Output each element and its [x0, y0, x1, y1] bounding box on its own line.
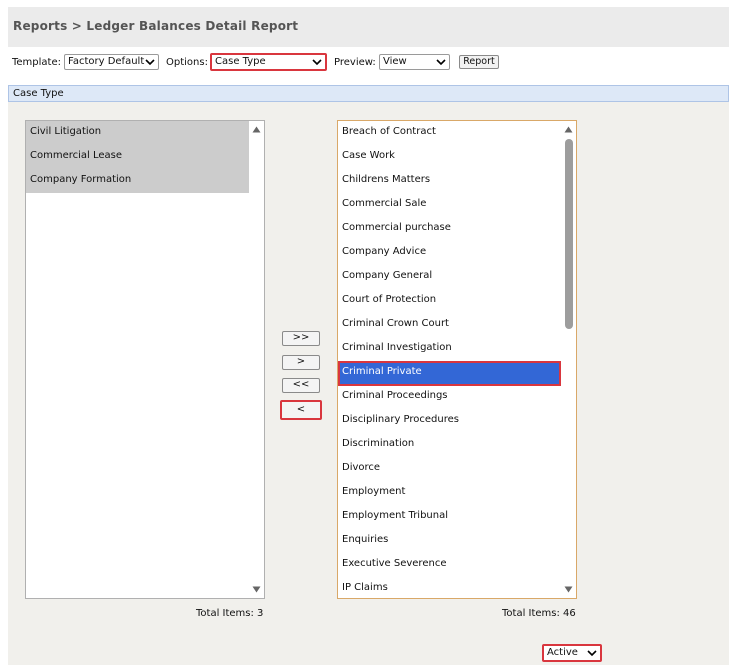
add-all-button[interactable]: >> [282, 331, 320, 346]
report-button[interactable]: Report [459, 55, 499, 69]
add-button[interactable]: > [282, 355, 320, 370]
chevron-down-icon [312, 59, 322, 66]
list-item[interactable]: Commercial Sale [338, 193, 561, 217]
report-toolbar: Template: Factory Default Options: Case … [8, 47, 729, 85]
page-title: Reports > Ledger Balances Detail Report [13, 19, 299, 33]
list-item[interactable]: Employment Tribunal [338, 505, 561, 529]
list-item[interactable]: Discrimination [338, 433, 561, 457]
selected-case-types-list[interactable]: Breach of Contract Case Work Childrens M… [337, 120, 577, 599]
report-page: Reports > Ledger Balances Detail Report … [8, 7, 729, 665]
list-item[interactable]: Enquiries [338, 529, 561, 553]
list-item[interactable]: Divorce [338, 457, 561, 481]
list-item[interactable]: Criminal Proceedings [338, 385, 561, 409]
list-item[interactable]: Employment [338, 481, 561, 505]
available-case-types-list[interactable]: Civil Litigation Commercial Lease Compan… [25, 120, 265, 599]
preview-select-value: View [383, 56, 407, 67]
left-total-items: Total Items: 3 [196, 608, 264, 619]
list-item[interactable]: Commercial purchase [338, 217, 561, 241]
scrollbar[interactable] [561, 121, 576, 598]
options-select[interactable]: Case Type [210, 53, 327, 71]
list-item[interactable]: IP Claims [338, 577, 561, 598]
right-total-items: Total Items: 46 [502, 608, 576, 619]
scroll-down-icon[interactable] [252, 586, 261, 593]
chevron-down-icon [436, 59, 446, 66]
template-select-value: Factory Default [68, 56, 145, 67]
list-item[interactable]: Commercial Lease [26, 145, 249, 169]
list-item[interactable]: Civil Litigation [26, 121, 249, 145]
preview-select[interactable]: View [379, 54, 450, 70]
options-select-value: Case Type [215, 56, 266, 67]
scroll-up-icon[interactable] [252, 126, 261, 133]
chevron-down-icon [587, 650, 597, 657]
list-item[interactable]: Criminal Investigation [338, 337, 561, 361]
list-item-selected[interactable]: Criminal Private [338, 361, 561, 386]
status-filter-value: Active [547, 647, 578, 658]
options-label: Options: [166, 57, 208, 68]
chevron-down-icon [145, 59, 155, 66]
status-filter-select[interactable]: Active [542, 644, 602, 662]
list-item[interactable]: Court of Protection [338, 289, 561, 313]
list-item[interactable]: Case Work [338, 145, 561, 169]
section-title: Case Type [13, 88, 64, 99]
remove-button[interactable]: < [280, 400, 322, 420]
remove-all-button[interactable]: << [282, 378, 320, 393]
page-header: Reports > Ledger Balances Detail Report [8, 7, 729, 47]
list-item[interactable]: Breach of Contract [338, 121, 561, 145]
list-item[interactable]: Childrens Matters [338, 169, 561, 193]
list-item[interactable]: Company General [338, 265, 561, 289]
list-item[interactable]: Disciplinary Procedures [338, 409, 561, 433]
case-type-section-header: Case Type [8, 85, 729, 102]
list-item[interactable]: Executive Severence [338, 553, 561, 577]
list-item[interactable]: Criminal Crown Court [338, 313, 561, 337]
list-item[interactable]: Company Advice [338, 241, 561, 265]
scrollbar[interactable] [249, 121, 264, 598]
list-item[interactable]: Company Formation [26, 169, 249, 193]
scrollbar-thumb[interactable] [565, 139, 573, 329]
scroll-down-icon[interactable] [564, 586, 573, 593]
scroll-up-icon[interactable] [564, 126, 573, 133]
preview-label: Preview: [334, 57, 376, 68]
template-label: Template: [12, 57, 61, 68]
template-select[interactable]: Factory Default [64, 54, 159, 70]
